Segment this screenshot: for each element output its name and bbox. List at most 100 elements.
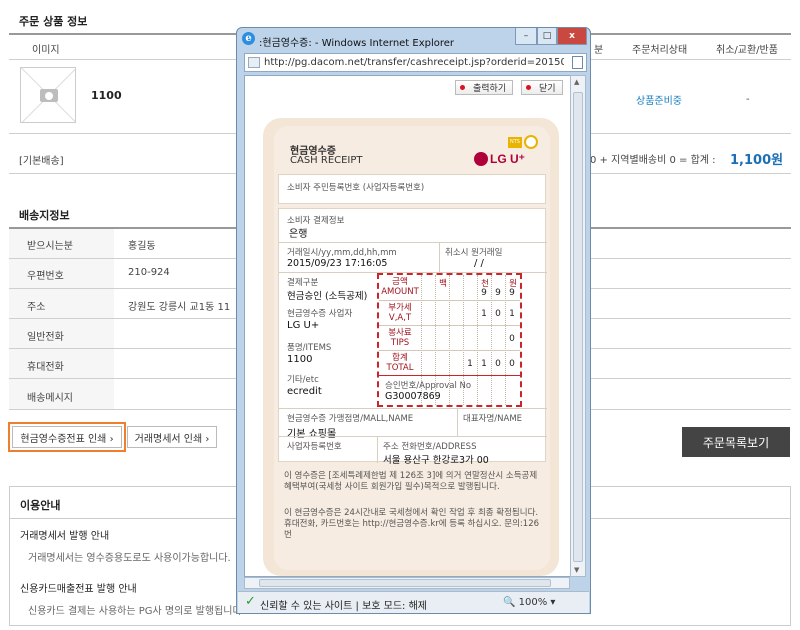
message-label: 배송메시지 [27,393,73,404]
vertical-scrollbar[interactable]: ▲ ▼ [570,75,586,577]
pay-type-value: 현금승인 (소득공제) [287,291,368,302]
camera-icon [40,89,58,102]
col-partial-header: 분 [594,45,604,56]
minimize-button[interactable]: – [515,28,537,45]
pay-type-label: 결제구분 [287,278,319,288]
ship-type: [기본배송] [19,156,64,167]
status-bar: ✓ 신뢰할 수 있는 사이트 | 보호 모드: 해제 🔍 100% ▾ [238,591,589,613]
nts-logo: NTS [508,137,522,148]
rep-name-label: 대표자명/NAME [463,414,523,424]
trade-date-value: 2015/09/23 17:16:05 [287,258,388,269]
print-button[interactable]: 출력하기 [455,80,514,95]
receipt-title-en: CASH RECEIPT [290,155,363,166]
biz-value: LG U+ [287,320,320,331]
product-thumbnail[interactable] [20,67,76,123]
amount-box: 백 천 원 금액 AMOUNT 9 9 9 부가세 V,A,T 1 0 1 봉사… [377,273,522,407]
total-digit: 1 [467,359,473,369]
amount-label: 금액 AMOUNT [381,277,419,297]
ie-logo-icon: e [242,32,255,45]
scroll-down-icon[interactable]: ▼ [574,566,579,574]
total-digit: 1 [481,359,487,369]
total-label: 합계 TOTAL [386,353,414,373]
guide-text-card: 신용카드 결제는 사용하는 PG사 명의로 발행됩니다. [28,606,245,617]
nts-flower-icon [524,135,538,149]
guide-heading-statement: 거래명세서 발행 안내 [20,531,110,542]
ship-calc: 0 + 지역별배송비 0 = 합계 : [590,155,716,166]
address-value: 강원도 강릉시 교1동 11 [128,302,231,313]
close-label: 닫기 [539,84,556,94]
zoom-control[interactable]: 🔍 100% ▾ [503,597,555,608]
zipcode-value: 210-924 [128,267,170,278]
recipient-label: 받으시는분 [27,241,73,252]
product-name[interactable]: 1100 [91,89,122,102]
tips-label: 봉사료 TIPS [388,328,412,348]
approval-label: 승인번호/Approval No [385,381,472,391]
items-label: 품명/ITEMS [287,343,332,353]
vat-digit: 1 [509,309,515,319]
address-label: 주소 전화번호/ADDRESS [383,442,477,452]
amount-digit: 9 [481,288,487,298]
vat-digit: 0 [495,309,501,319]
store-value: 기본 쇼핑몰 [287,429,337,440]
pay-info-value: 은행 [289,229,308,240]
page-favicon-icon [248,57,260,68]
biz-no-label: 사업자등록번호 [287,442,342,452]
order-status-link[interactable]: 상품준비중 [636,92,682,107]
check-icon: ✓ [245,594,256,609]
zoom-level: 100% [518,597,548,608]
close-button[interactable]: 닫기 [521,80,563,95]
tips-digit: 0 [509,334,515,344]
print-label: 출력하기 [473,84,507,94]
maximize-button[interactable]: □ [537,28,557,45]
trade-date-label: 거래일시/yy,mm,dd,hh,mm [287,248,397,258]
etc-value: ecredit [287,386,322,397]
lgu-logo: LG U⁺ [474,152,525,166]
popup-content: 출력하기 닫기 현금영수증 CASH RECEIPT NTS LG U⁺ 소비자… [244,75,576,577]
order-section-title: 주문 상품 정보 [19,15,88,28]
horizontal-scroll-thumb[interactable] [259,579,551,587]
horizontal-scrollbar[interactable] [244,577,570,589]
scroll-up-icon[interactable]: ▲ [574,78,579,86]
total-price: 1,100원 [730,153,784,168]
guide-title: 이용안내 [20,499,61,512]
address-bar[interactable]: http://pg.dacom.net/transfer/cashreceipt… [244,53,587,72]
receipt-main-table: 소비자 결제정보 은행 거래일시/yy,mm,dd,hh,mm 2015/09/… [278,208,547,466]
lg-logo-icon [474,152,488,166]
amount-digit: 9 [509,288,515,298]
ie-popup-window[interactable]: e :현금영수증: - Windows Internet Explorer – … [236,27,591,614]
shipping-section-title: 배송지정보 [19,209,70,222]
cancel-date-value: / / [474,258,484,269]
guide-text-statement: 거래명세서는 영수증용도로도 사용이가능합니다. [28,553,231,564]
page-icon[interactable] [572,56,583,69]
status-text: 신뢰할 수 있는 사이트 | 보호 모드: 해제 [260,601,427,612]
items-value: 1100 [287,354,313,365]
cash-receipt-print-button[interactable]: 현금영수증전표 인쇄 › [12,426,122,448]
mobile-label: 휴대전화 [27,362,64,373]
zipcode-label: 우편번호 [27,271,64,282]
recipient-value: 홍길동 [128,241,156,252]
window-title: :현금영수증: - Windows Internet Explorer [259,38,455,49]
vertical-scroll-thumb[interactable] [573,92,583,562]
cash-receipt: 현금영수증 CASH RECEIPT NTS LG U⁺ 소비자 주민등록번호 … [263,118,559,576]
total-digit: 0 [495,359,501,369]
col-status-header: 주문처리상태 [632,45,688,56]
etc-label: 기타/etc [287,375,319,385]
total-digit: 0 [509,359,515,369]
cancel-date-label: 취소시 원거래일 [445,248,503,258]
guide-heading-card: 신용카드매출전표 발행 안내 [20,584,137,595]
close-window-button[interactable]: x [557,28,587,45]
receipt-notice-2: 이 현금영수증은 24시간내로 국세청에서 확인 작업 후 최종 확정됩니다. … [284,508,540,540]
statement-print-button[interactable]: 거래명세서 인쇄 › [127,426,217,448]
address-url[interactable]: http://pg.dacom.net/transfer/cashreceipt… [264,57,564,68]
unit-hundred: 백 [439,279,447,289]
address-value: 서울 용산구 한강로3가 00 [383,455,489,466]
consumer-id-label: 소비자 주민등록번호 (사업자등록번호) [287,183,425,193]
address-label: 주소 [27,302,46,313]
col-action-header: 취소/교환/반품 [716,45,778,56]
vat-digit: 1 [481,309,487,319]
close-bullet-icon [526,85,531,90]
biz-label: 현금영수증 사업자 [287,309,353,319]
phone-label: 일반전화 [27,332,64,343]
order-list-button[interactable]: 주문목록보기 [682,427,790,457]
approval-value: G30007869 [385,391,441,402]
